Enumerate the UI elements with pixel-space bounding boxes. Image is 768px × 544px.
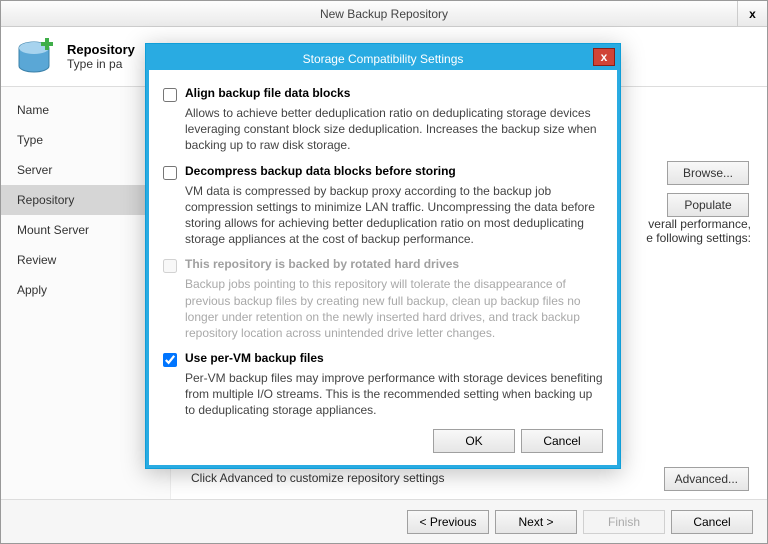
storage-compat-dialog: Storage Compatibility Settings x Align b… <box>145 43 621 469</box>
browse-button[interactable]: Browse... <box>667 161 749 185</box>
checkbox-decompress[interactable] <box>163 166 177 180</box>
dialog-close-icon[interactable]: x <box>593 48 615 66</box>
dialog-cancel-button[interactable]: Cancel <box>521 429 603 453</box>
window-title: New Backup Repository <box>320 7 448 21</box>
titlebar: New Backup Repository x <box>1 1 767 27</box>
previous-button[interactable]: < Previous <box>407 510 489 534</box>
opt-rotated-drives-label: This repository is backed by rotated har… <box>185 257 459 271</box>
opt-per-vm-desc: Per-VM backup files may improve performa… <box>185 370 603 419</box>
close-icon[interactable]: x <box>737 1 767 27</box>
advanced-hint: Click Advanced to customize repository s… <box>191 471 647 485</box>
ok-button[interactable]: OK <box>433 429 515 453</box>
opt-decompress-label: Decompress backup data blocks before sto… <box>185 164 456 178</box>
checkbox-per-vm[interactable] <box>163 353 177 367</box>
finish-button: Finish <box>583 510 665 534</box>
opt-align-blocks[interactable]: Align backup file data blocks <box>163 86 603 102</box>
checkbox-rotated-drives <box>163 259 177 273</box>
cancel-button[interactable]: Cancel <box>671 510 753 534</box>
repository-icon <box>13 36 55 78</box>
opt-decompress[interactable]: Decompress backup data blocks before sto… <box>163 164 603 180</box>
opt-decompress-desc: VM data is compressed by backup proxy ac… <box>185 183 603 248</box>
opt-per-vm-label: Use per-VM backup files <box>185 351 324 365</box>
opt-rotated-drives: This repository is backed by rotated har… <box>163 257 603 273</box>
next-button[interactable]: Next > <box>495 510 577 534</box>
populate-button[interactable]: Populate <box>667 193 749 217</box>
checkbox-align-blocks[interactable] <box>163 88 177 102</box>
opt-rotated-drives-desc: Backup jobs pointing to this repository … <box>185 276 603 341</box>
page-title: Repository <box>67 42 135 57</box>
opt-align-blocks-desc: Allows to achieve better deduplication r… <box>185 105 603 154</box>
dialog-title: Storage Compatibility Settings x <box>146 44 620 70</box>
wizard-footer: < Previous Next > Finish Cancel <box>1 499 767 543</box>
opt-align-blocks-label: Align backup file data blocks <box>185 86 350 100</box>
opt-per-vm[interactable]: Use per-VM backup files <box>163 351 603 367</box>
advanced-button[interactable]: Advanced... <box>664 467 749 491</box>
wizard-window: New Backup Repository x Repository Type … <box>0 0 768 544</box>
page-subtitle: Type in pa <box>67 57 135 71</box>
